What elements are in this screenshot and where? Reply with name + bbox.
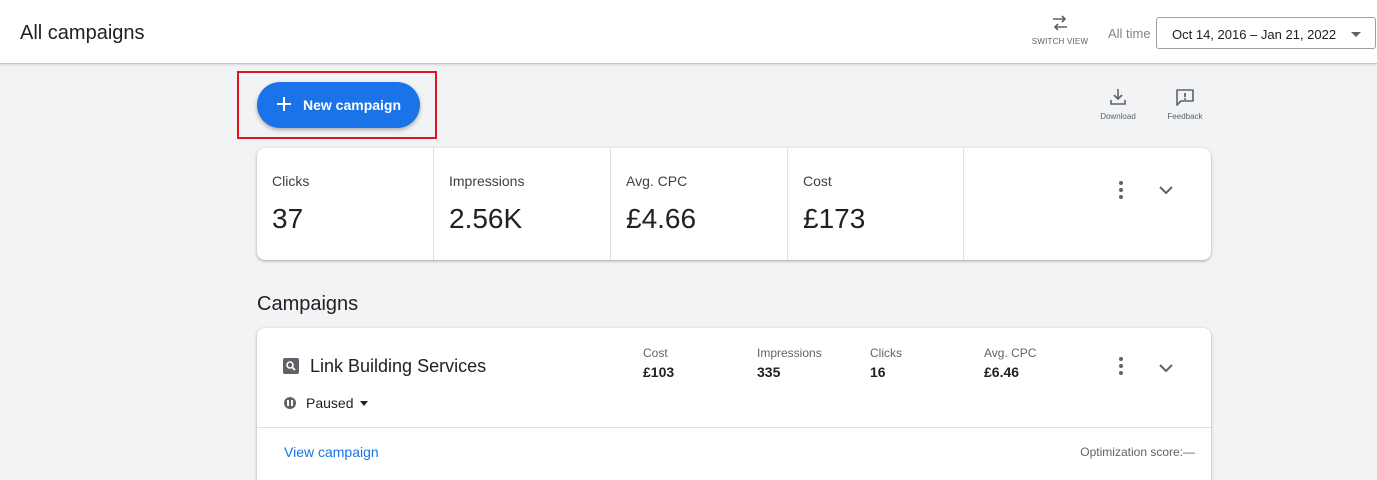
status-caret-icon[interactable] [360, 401, 368, 406]
stat-value: 16 [870, 364, 886, 380]
metric-value: £173 [803, 203, 866, 234]
stat-value: £6.46 [984, 364, 1020, 380]
download-button[interactable]: Download [1096, 88, 1140, 121]
stat-label: Cost [643, 346, 668, 360]
stat-label: Clicks [870, 346, 902, 360]
metric-value: 37 [272, 203, 304, 234]
feedback-label: Feedback [1167, 112, 1203, 121]
view-campaign-link[interactable]: View campaign [284, 444, 379, 460]
top-bar: All campaigns SWITCH VIEW All time Oct 1… [0, 0, 1377, 64]
metric-cost[interactable]: Cost £173 [788, 148, 964, 260]
plus-icon [277, 97, 291, 111]
stat-label: Avg. CPC [984, 346, 1037, 360]
campaign-chevron-down-icon[interactable] [1154, 356, 1178, 380]
dropdown-caret-icon [1351, 32, 1361, 37]
feedback-button[interactable]: Feedback [1162, 88, 1208, 121]
metric-impressions[interactable]: Impressions 2.56K [434, 148, 611, 260]
date-range-label: All time [1108, 26, 1151, 41]
stat-value: £103 [643, 364, 675, 380]
metric-value: 2.56K [449, 203, 523, 234]
metric-label: Clicks [272, 173, 310, 189]
campaigns-section-title: Campaigns [257, 293, 359, 315]
download-label: Download [1100, 112, 1136, 121]
new-campaign-button[interactable]: New campaign [257, 82, 420, 128]
campaign-stat-avg-cpc: Avg. CPC £6.46 [984, 346, 1036, 380]
summary-card: Clicks 37 Impressions 2.56K Avg. CPC £4.… [257, 148, 1211, 260]
campaign-stat-clicks: Clicks 16 [870, 346, 902, 380]
campaign-status-dropdown[interactable]: Paused [306, 395, 353, 411]
campaign-card: Link Building Services Paused Cost £103 … [257, 328, 1211, 480]
download-icon [1110, 89, 1126, 105]
feedback-icon [1176, 89, 1194, 106]
metric-avg-cpc[interactable]: Avg. CPC £4.66 [611, 148, 788, 260]
more-options-icon[interactable] [1109, 178, 1133, 202]
switch-view-button[interactable]: SWITCH VIEW [1030, 14, 1090, 60]
new-campaign-label: New campaign [303, 97, 402, 113]
campaign-stat-impressions: Impressions 335 [757, 346, 822, 380]
switch-view-label: SWITCH VIEW [1031, 37, 1089, 46]
metric-clicks[interactable]: Clicks 37 [257, 148, 434, 260]
search-campaign-icon [283, 358, 299, 374]
paused-icon [284, 397, 296, 409]
date-range-value: Oct 14, 2016 – Jan 21, 2022 [1172, 27, 1337, 42]
page-title: All campaigns [20, 22, 145, 44]
metric-label: Avg. CPC [626, 173, 688, 189]
chevron-down-icon[interactable] [1154, 178, 1178, 202]
card-divider [257, 427, 1211, 428]
metric-label: Impressions [449, 173, 525, 189]
campaign-stat-cost: Cost £103 [643, 346, 674, 380]
metric-value: £4.66 [626, 203, 697, 234]
stat-label: Impressions [757, 346, 822, 360]
metric-label: Cost [803, 173, 832, 189]
stat-value: 335 [757, 364, 781, 380]
campaign-more-options-icon[interactable] [1109, 354, 1133, 378]
optimization-score: Optimization score:— [1080, 445, 1195, 459]
swap-arrows-icon [1053, 15, 1067, 31]
campaign-name[interactable]: Link Building Services [310, 356, 486, 377]
date-range-select[interactable]: Oct 14, 2016 – Jan 21, 2022 [1156, 17, 1376, 49]
